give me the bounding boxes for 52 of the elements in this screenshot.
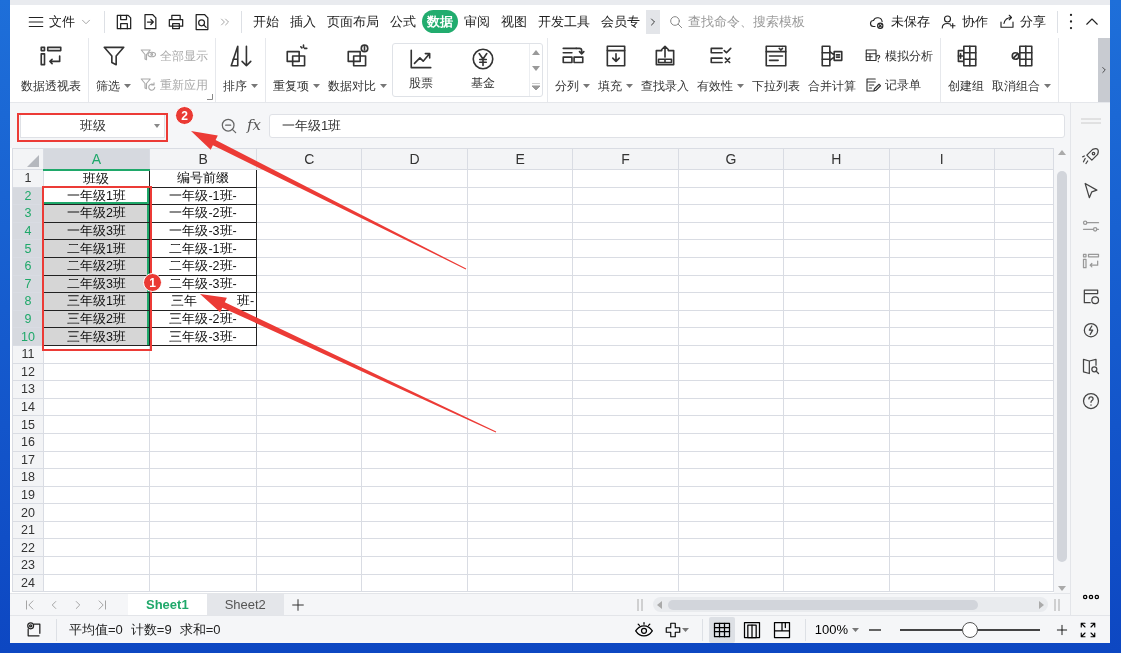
column-header[interactable]: E	[467, 148, 573, 170]
formula-field[interactable]: 一年级1班	[269, 113, 1065, 138]
table-cell: 三年级-3班-	[149, 327, 257, 346]
gallery-item[interactable]: 股票	[405, 44, 437, 96]
ribbon-button[interactable]: 有效性	[694, 41, 747, 99]
action-button[interactable]: 未保存	[864, 9, 935, 34]
ribbon-button[interactable]: 重复项	[270, 41, 323, 99]
ribbon-tab[interactable]: 开发工具	[533, 9, 595, 34]
file-menu[interactable]: 文件	[22, 9, 98, 34]
ribbon-button[interactable]: 填充	[595, 41, 636, 99]
ribbon-button[interactable]: 下拉列表	[749, 41, 803, 99]
ribbon-button[interactable]: 模拟分析	[861, 45, 936, 66]
table-cell: 一年级-1班-	[149, 187, 257, 205]
ribbon-tab[interactable]: 会员专	[596, 9, 645, 34]
column-header[interactable]: F	[572, 148, 679, 170]
ribbon-button[interactable]: 数据对比	[325, 41, 390, 99]
function-label[interactable]: fx	[247, 114, 261, 137]
ribbon-button[interactable]: 分列	[552, 41, 593, 99]
ribbon-button[interactable]: 排序	[220, 41, 261, 99]
ribbon-tab[interactable]: 审阅	[459, 9, 495, 34]
column-header[interactable]: I	[889, 148, 995, 170]
ribbon-tab[interactable]: 公式	[385, 9, 421, 34]
cell-text: 班-	[237, 294, 255, 309]
ribbon-button[interactable]: 合并计算	[805, 41, 859, 99]
ribbon-button[interactable]: 数据透视表	[18, 41, 84, 99]
column-header[interactable]: G	[678, 148, 784, 170]
name-box[interactable]: 班级	[20, 113, 165, 138]
table-cell: 一年级-3班-	[149, 222, 257, 240]
table-cell: 一年级-2班-	[149, 204, 257, 223]
cell-text: 三年	[171, 294, 198, 309]
zoom-dropdown[interactable]: 100%	[811, 616, 862, 643]
ribbon-tab[interactable]: 视图	[496, 9, 532, 34]
ribbon-tab[interactable]: 开始	[248, 9, 284, 34]
ribbon-button[interactable]: 创建组	[945, 41, 987, 99]
column-header[interactable]: D	[361, 148, 468, 170]
table-cell: 二年级-1班-	[149, 239, 257, 258]
ribbon-button[interactable]: 筛选	[93, 41, 134, 99]
gallery-item[interactable]: 基金	[467, 44, 499, 96]
status-text: 计数=9	[130, 620, 172, 639]
ribbon-button[interactable]: 取消组合	[989, 41, 1054, 99]
sheet-tab[interactable]: Sheet2	[206, 594, 284, 615]
column-header[interactable]: C	[256, 148, 362, 170]
action-button[interactable]: 分享	[993, 9, 1051, 34]
ribbon-tab[interactable]: 页面布局	[322, 9, 384, 34]
ribbon-button[interactable]: 记录单	[861, 74, 936, 95]
table-cell: 编号前缀	[149, 169, 257, 188]
status-text: 求和=0	[179, 620, 221, 639]
column-header[interactable]: H	[783, 148, 890, 170]
ribbon-button[interactable]: 查找录入	[638, 41, 692, 99]
ribbon-tab[interactable]: 插入	[285, 9, 321, 34]
action-button[interactable]: 协作	[935, 9, 993, 34]
status-text: 平均值=0	[69, 620, 123, 639]
